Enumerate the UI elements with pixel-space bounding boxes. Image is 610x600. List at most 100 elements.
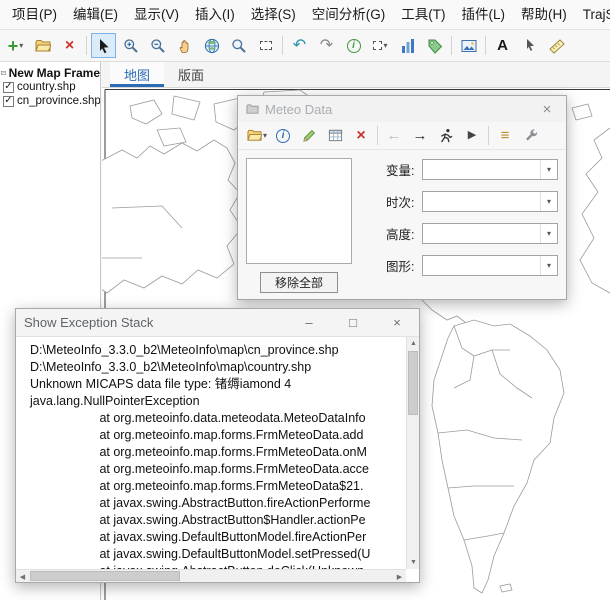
list-button[interactable]: ≡ bbox=[493, 125, 517, 147]
stack-line: at javax.swing.AbstractButton$Handler.ac… bbox=[30, 512, 402, 529]
maximize-button[interactable]: □ bbox=[339, 315, 367, 330]
close-dialog-button[interactable]: × bbox=[383, 315, 411, 330]
new-button[interactable]: + ▾ bbox=[3, 33, 28, 58]
scrollbar-thumb[interactable] bbox=[30, 571, 180, 581]
menu-insert[interactable]: 插入(I) bbox=[187, 0, 243, 29]
zoom-window-button[interactable] bbox=[226, 33, 251, 58]
dashed-rectangle-icon bbox=[260, 41, 272, 50]
scroll-right-icon[interactable]: ▶ bbox=[393, 570, 406, 583]
redo-button[interactable]: ↷ bbox=[314, 33, 339, 58]
select-rectangle-button[interactable] bbox=[253, 33, 278, 58]
zoom-in-button[interactable] bbox=[118, 33, 143, 58]
level-combobox[interactable]: ▾ bbox=[422, 223, 558, 244]
map-frame-node[interactable]: New Map Frame bbox=[1, 65, 100, 80]
globe-icon bbox=[204, 38, 220, 54]
data-info-button[interactable]: i bbox=[271, 125, 295, 147]
layer-checkbox[interactable]: ✓ bbox=[3, 96, 14, 107]
magnifier-icon bbox=[231, 38, 247, 54]
menu-trajstat[interactable]: TrajStat bbox=[575, 0, 610, 29]
layer-item-cn-province[interactable]: ✓ cn_province.shp bbox=[3, 94, 100, 108]
chevron-down-icon[interactable]: ▾ bbox=[540, 256, 557, 275]
chevron-down-icon[interactable]: ▾ bbox=[540, 160, 557, 179]
toolbar-separator bbox=[86, 36, 87, 55]
next-button[interactable]: → bbox=[408, 125, 432, 147]
ruler-icon bbox=[549, 38, 565, 54]
open-data-button[interactable]: ▾ bbox=[245, 125, 269, 147]
menu-help[interactable]: 帮助(H) bbox=[513, 0, 575, 29]
close-icon: × bbox=[356, 128, 365, 144]
menu-tools[interactable]: 工具(T) bbox=[393, 0, 453, 29]
chevron-down-icon: ▾ bbox=[263, 132, 267, 140]
previous-button[interactable]: ← bbox=[382, 125, 406, 147]
pencil-icon bbox=[302, 128, 317, 143]
stack-line: at org.meteoinfo.map.forms.FrmMeteoData.… bbox=[30, 461, 402, 478]
select-shape-dropdown-button[interactable]: ▾ bbox=[368, 33, 393, 58]
stack-line: at org.meteoinfo.data.meteodata.MeteoDat… bbox=[30, 410, 402, 427]
stack-line: Unknown MICAPS data file type: 锗缛iamond … bbox=[30, 376, 402, 393]
measure-button[interactable] bbox=[544, 33, 569, 58]
arrow-left-icon: ← bbox=[387, 128, 402, 143]
variable-combobox[interactable]: ▾ bbox=[422, 159, 558, 180]
check-icon: ✓ bbox=[4, 82, 12, 92]
meteoinfo-window: 项目(P) 编辑(E) 显示(V) 插入(I) 选择(S) 空间分析(G) 工具… bbox=[0, 0, 610, 600]
chevron-down-icon[interactable]: ▾ bbox=[540, 224, 557, 243]
image-button[interactable] bbox=[456, 33, 481, 58]
layer-checkbox[interactable]: ✓ bbox=[3, 82, 14, 93]
folder-open-icon bbox=[35, 38, 51, 54]
scroll-left-icon[interactable]: ◀ bbox=[16, 570, 29, 583]
statistics-button[interactable] bbox=[395, 33, 420, 58]
horizontal-scrollbar[interactable]: ◀ ▶ bbox=[16, 569, 406, 582]
tab-layout[interactable]: 版面 bbox=[164, 62, 218, 87]
chevron-down-icon: ▾ bbox=[19, 42, 23, 50]
full-extent-button[interactable] bbox=[199, 33, 224, 58]
identify-button[interactable]: i bbox=[341, 33, 366, 58]
data-table-button[interactable] bbox=[323, 125, 347, 147]
menu-plugins[interactable]: 插件(L) bbox=[454, 0, 514, 29]
remove-button[interactable]: × bbox=[57, 33, 82, 58]
plus-icon: + bbox=[8, 37, 19, 55]
label-button[interactable] bbox=[422, 33, 447, 58]
text-button[interactable]: A bbox=[490, 33, 515, 58]
chevron-down-icon[interactable]: ▾ bbox=[540, 192, 557, 211]
exception-dialog: Show Exception Stack – □ × D:\MeteoInfo_… bbox=[15, 308, 420, 583]
select-button[interactable] bbox=[91, 33, 116, 58]
menu-edit[interactable]: 编辑(E) bbox=[65, 0, 126, 29]
folder-open-icon bbox=[247, 128, 262, 143]
layer-item-country[interactable]: ✓ country.shp bbox=[3, 80, 100, 94]
scrollbar-thumb[interactable] bbox=[408, 351, 418, 415]
stack-line: at javax.swing.DefaultButtonModel.fireAc… bbox=[30, 529, 402, 546]
data-file-list[interactable] bbox=[246, 158, 352, 264]
settings-button[interactable] bbox=[519, 125, 543, 147]
time-combobox[interactable]: ▾ bbox=[422, 191, 558, 212]
remove-all-button[interactable]: 移除全部 bbox=[260, 272, 338, 293]
remove-data-button[interactable]: × bbox=[349, 125, 373, 147]
layer-label: country.shp bbox=[17, 81, 76, 93]
menu-spatial-analysis[interactable]: 空间分析(G) bbox=[304, 0, 394, 29]
open-button[interactable] bbox=[30, 33, 55, 58]
undo-button[interactable]: ↶ bbox=[287, 33, 312, 58]
pan-button[interactable] bbox=[172, 33, 197, 58]
meteo-dialog-titlebar[interactable]: Meteo Data × bbox=[238, 96, 566, 122]
zoom-out-button[interactable] bbox=[145, 33, 170, 58]
animate-button[interactable] bbox=[434, 125, 458, 147]
stack-line: at javax.swing.AbstractButton.fireAction… bbox=[30, 495, 402, 512]
chevron-down-icon: ▾ bbox=[383, 42, 387, 50]
tab-map[interactable]: 地图 bbox=[110, 62, 164, 87]
step-play-button[interactable]: ▶ bbox=[460, 125, 484, 147]
scroll-down-icon[interactable]: ▼ bbox=[407, 556, 420, 569]
graphic-combobox[interactable]: ▾ bbox=[422, 255, 558, 276]
draw-button[interactable] bbox=[297, 125, 321, 147]
stack-line: at org.meteoinfo.map.forms.FrmMeteoData$… bbox=[30, 478, 402, 495]
menu-project[interactable]: 项目(P) bbox=[4, 0, 65, 29]
vertical-scrollbar[interactable]: ▲ ▼ bbox=[406, 337, 419, 569]
dialog-folder-icon bbox=[246, 103, 259, 116]
close-dialog-button[interactable]: × bbox=[536, 101, 558, 118]
scroll-up-icon[interactable]: ▲ bbox=[407, 337, 420, 350]
menu-view[interactable]: 显示(V) bbox=[126, 0, 187, 29]
tag-icon bbox=[427, 38, 443, 54]
pointer-button[interactable] bbox=[517, 33, 542, 58]
menu-select[interactable]: 选择(S) bbox=[243, 0, 304, 29]
minimize-button[interactable]: – bbox=[295, 315, 323, 330]
exception-dialog-titlebar[interactable]: Show Exception Stack – □ × bbox=[16, 309, 419, 337]
dialog-title: Show Exception Stack bbox=[24, 315, 153, 330]
